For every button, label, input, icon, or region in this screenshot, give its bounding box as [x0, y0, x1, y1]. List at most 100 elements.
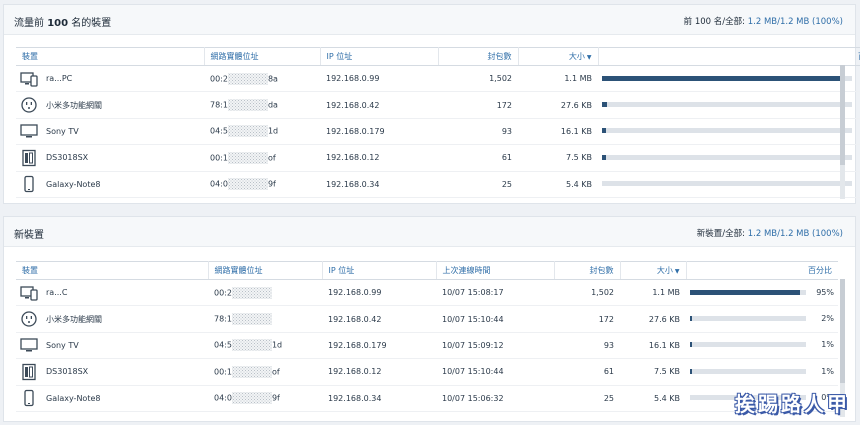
- mac-start: 78:1: [210, 100, 228, 110]
- panel-title: 新裝置: [14, 230, 44, 241]
- last-seen-cell: 10/07 15:08:17: [436, 279, 554, 307]
- mac-cell: 04:5 1d: [208, 332, 322, 360]
- col-last-seen[interactable]: 上次連線時間: [436, 261, 555, 280]
- last-seen-cell: 10/07 15:10:44: [436, 305, 554, 333]
- table-row[interactable]: Galaxy-Note8 04:0 9f 192.168.0.34255.4 KB0%: [16, 171, 860, 198]
- table-row[interactable]: DS3018SX 00:1 of 192.168.0.12617.5 KB1%: [16, 144, 860, 172]
- device-name: DS3018SX: [46, 367, 89, 377]
- device-name: ra...C: [46, 288, 68, 298]
- col-ip[interactable]: IP 位址: [320, 47, 439, 66]
- redaction-mask: [231, 339, 272, 352]
- desktop-mobile-icon: [20, 284, 38, 302]
- packets-cell: 61: [554, 358, 620, 386]
- percent-cell: 0%: [598, 171, 860, 198]
- scrollbar-thumb[interactable]: [840, 65, 845, 165]
- col-percent[interactable]: 百分比: [686, 261, 838, 280]
- nas-icon: [20, 363, 38, 381]
- device-name: DS3018SX: [46, 153, 89, 163]
- percent-label: 2%: [821, 314, 834, 324]
- last-seen-cell: 10/07 15:09:12: [436, 332, 554, 360]
- top-devices-panel: 流量前 100 名的裝置 前 100 名/全部: 1.2 MB/1.2 MB (…: [3, 4, 860, 204]
- redaction-mask: [227, 151, 268, 164]
- device-cell: 小米多功能網關: [16, 91, 204, 119]
- mac-cell: 04:0 9f: [208, 385, 322, 412]
- size-cell: 1.1 MB: [620, 279, 686, 307]
- percent-bar-track: [602, 181, 852, 187]
- col-percent[interactable]: 百分比: [598, 47, 860, 66]
- mac-start: 00:1: [210, 153, 228, 163]
- device-name: 小米多功能網關: [46, 100, 102, 110]
- mac-end: of: [267, 153, 276, 163]
- percent-bar-fill: [690, 342, 692, 348]
- size-cell: 27.6 KB: [518, 91, 598, 119]
- percent-bar-fill: [690, 316, 693, 322]
- packets-cell: 25: [438, 171, 518, 198]
- size-cell: 27.6 KB: [620, 305, 686, 333]
- percent-bar-fill: [602, 75, 840, 81]
- phone-icon: [20, 389, 38, 407]
- smart-plug-icon: [20, 310, 38, 328]
- col-mac[interactable]: 網路實體位址: [208, 261, 323, 280]
- title-suffix: 名的裝置: [68, 18, 112, 29]
- percent-cell: 95%: [598, 65, 860, 93]
- percent-bar-track: [602, 102, 852, 108]
- table-row[interactable]: ra...C 00:2 192.168.0.99 10/07 15:08:17 1,50…: [16, 279, 838, 307]
- col-packets[interactable]: 封包數: [438, 47, 519, 66]
- percent-bar-fill: [602, 128, 606, 134]
- scrollbar[interactable]: [840, 65, 845, 199]
- table-row[interactable]: Sony TV 04:5 1d 192.168.0.1799316.1 KB1%: [16, 118, 860, 146]
- ip-cell: 192.168.0.34: [322, 385, 436, 412]
- watermark: 挨踢路人甲: [735, 392, 850, 416]
- col-packets[interactable]: 封包數: [554, 261, 621, 280]
- col-size[interactable]: 大小 ▼: [620, 261, 687, 280]
- col-device[interactable]: 裝置: [16, 47, 205, 66]
- percent-cell: 2%: [686, 305, 838, 333]
- size-cell: 7.5 KB: [620, 358, 686, 386]
- summary-value: 1.2 MB/1.2 MB (100%): [747, 17, 843, 27]
- mac-cell: 00:2: [208, 279, 322, 307]
- desktop-mobile-icon: [20, 70, 38, 88]
- table-row[interactable]: Sony TV 04:5 1d 192.168.0.179 10/07 15:09:12…: [16, 332, 838, 360]
- col-device[interactable]: 裝置: [16, 261, 209, 280]
- percent-bar-track: [602, 75, 852, 81]
- summary-label: 新裝置/全部:: [696, 229, 748, 239]
- table-row[interactable]: 小米多功能網關 78:1 192.168.0.42 10/07 15:10:44 172…: [16, 305, 838, 333]
- device-name: Sony TV: [46, 126, 79, 136]
- ip-cell: 192.168.0.99: [320, 65, 438, 93]
- redaction-mask: [227, 178, 268, 191]
- mac-end: 1d: [267, 126, 279, 136]
- percent-cell: 1%: [686, 358, 838, 386]
- table-row[interactable]: DS3018SX 00:1 of 192.168.0.12 10/07 15:10:44…: [16, 358, 838, 386]
- mac-start: 04:0: [214, 393, 232, 403]
- packets-cell: 172: [438, 91, 518, 119]
- packets-cell: 172: [554, 305, 620, 333]
- redaction-mask: [227, 125, 268, 138]
- percent-label: 95%: [816, 287, 834, 297]
- col-size[interactable]: 大小 ▼: [518, 47, 599, 66]
- table-row[interactable]: ra...PC 00:2 8a 192.168.0.991,5021.1 MB95%: [16, 65, 860, 93]
- percent-cell: 1%: [686, 332, 838, 360]
- mac-start: 00:2: [214, 288, 232, 298]
- col-size-label: 大小: [656, 266, 673, 275]
- table-row[interactable]: Galaxy-Note8 04:0 9f 192.168.0.34 10/07 15:0…: [16, 385, 838, 412]
- device-name: ra...PC: [46, 74, 73, 84]
- mac-end: 9f: [271, 393, 280, 403]
- table-header-row: 裝置 網路實體位址 IP 位址 上次連線時間 封包數 大小 ▼ 百分比: [16, 261, 838, 280]
- mac-cell: 00:1 of: [208, 358, 322, 386]
- percent-bar-fill: [602, 154, 606, 160]
- ip-cell: 192.168.0.34: [320, 171, 438, 198]
- percent-bar-fill: [690, 368, 692, 374]
- redaction-mask: [227, 99, 268, 112]
- sort-desc-icon: ▼: [674, 268, 680, 275]
- col-ip[interactable]: IP 位址: [322, 261, 437, 280]
- device-cell: 小米多功能網關: [16, 305, 208, 333]
- device-cell: Sony TV: [16, 118, 204, 146]
- mac-end: 1d: [271, 340, 283, 350]
- col-mac[interactable]: 網路實體位址: [204, 47, 321, 66]
- size-cell: 16.1 KB: [518, 118, 598, 146]
- packets-cell: 1,502: [554, 279, 620, 307]
- panel-header: 流量前 100 名的裝置 前 100 名/全部: 1.2 MB/1.2 MB (…: [4, 5, 855, 35]
- scrollbar-thumb[interactable]: [840, 279, 845, 383]
- table-row[interactable]: 小米多功能網關 78:1 da 192.168.0.4217227.6 KB2%: [16, 91, 860, 119]
- new-devices-table: 裝置 網路實體位址 IP 位址 上次連線時間 封包數 大小 ▼ 百分比 ra...…: [16, 261, 838, 412]
